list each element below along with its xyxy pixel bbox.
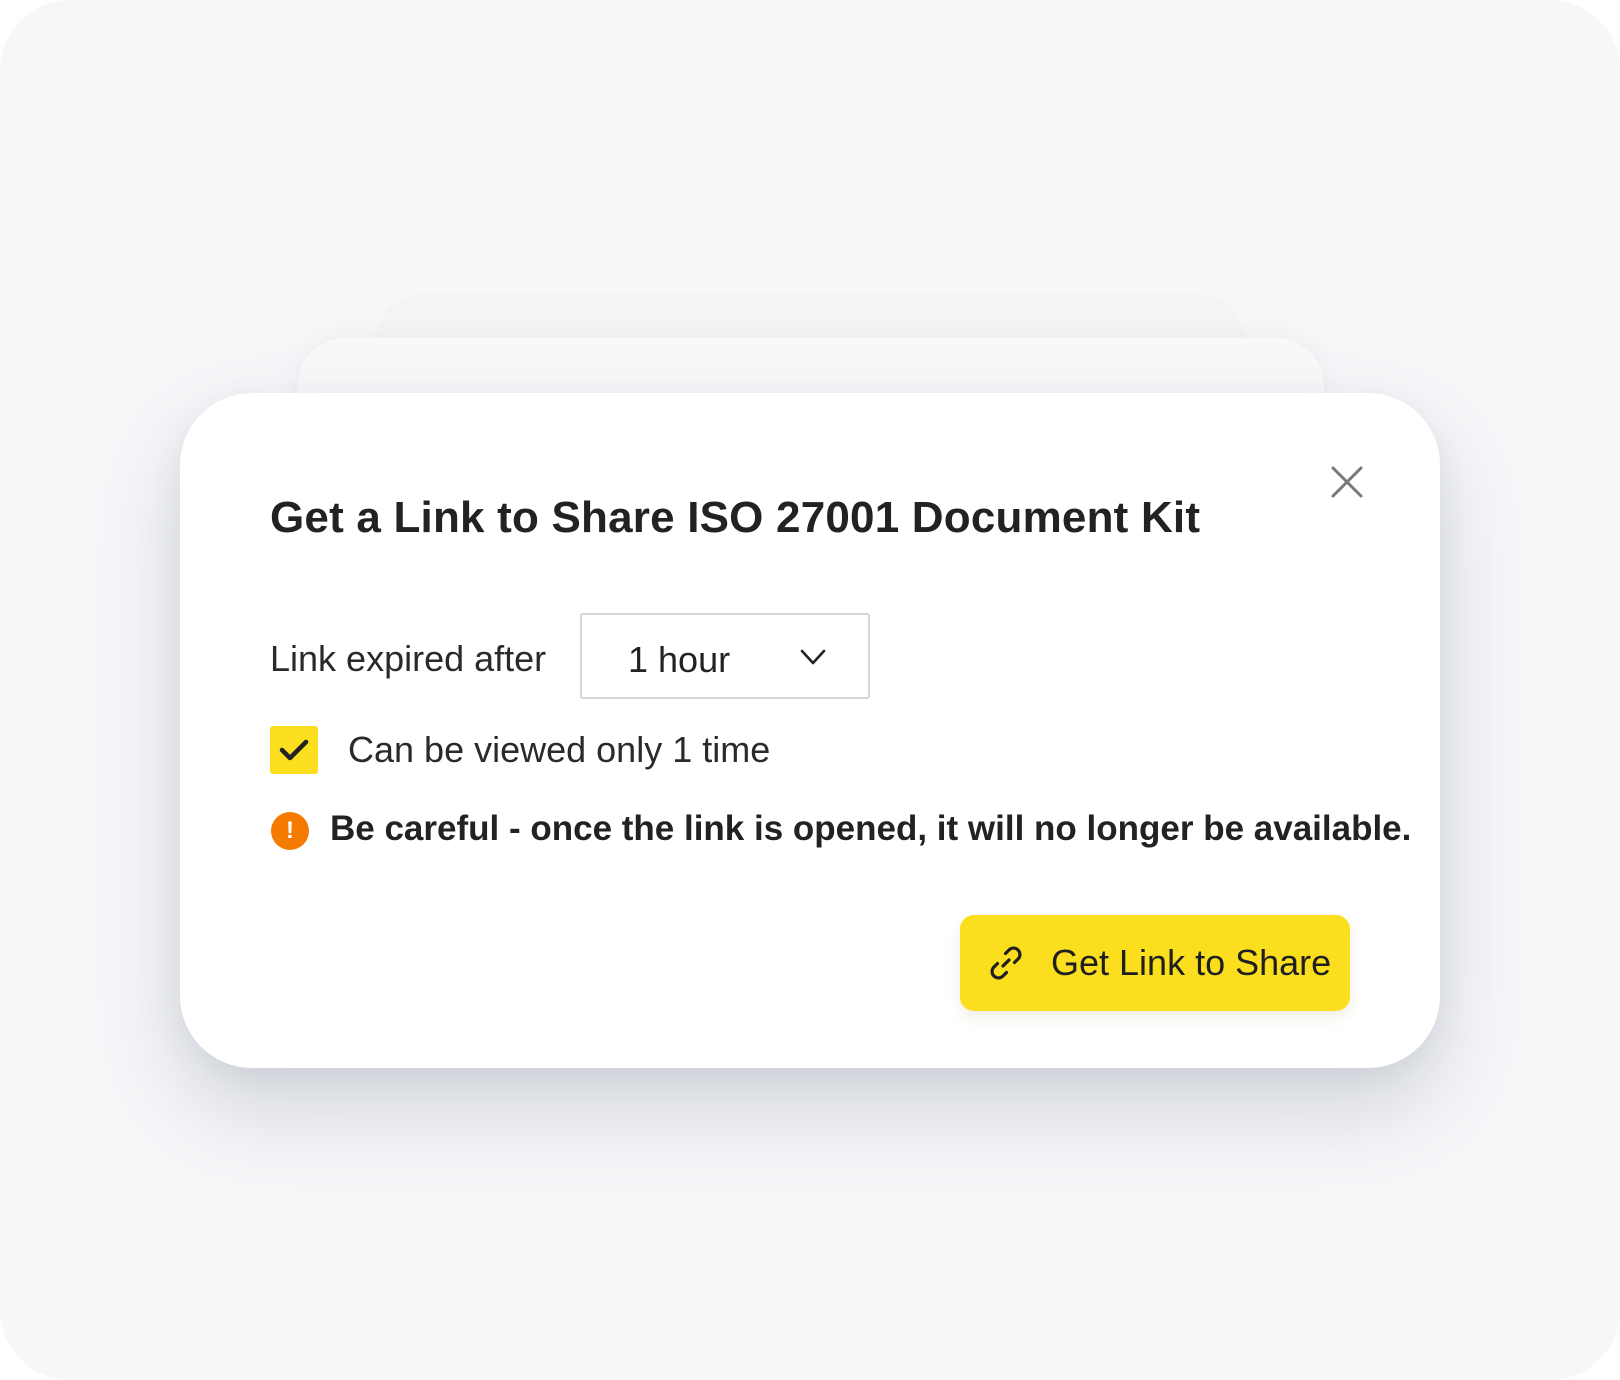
- expiration-selected-value: 1 hour: [628, 639, 731, 680]
- view-once-checkbox[interactable]: [270, 726, 318, 774]
- page-background: Get a Link to Share ISO 27001 Document K…: [0, 0, 1620, 1380]
- checkmark-icon: [279, 739, 309, 761]
- get-link-button-label: Get Link to Share: [1051, 942, 1332, 983]
- warning-message: Be careful - once the link is opened, it…: [330, 809, 1412, 848]
- exclamation-icon: !: [271, 812, 309, 850]
- view-once-label[interactable]: Can be viewed only 1 time: [348, 729, 770, 771]
- share-link-dialog: Get a Link to Share ISO 27001 Document K…: [180, 393, 1440, 1068]
- close-button[interactable]: [1310, 445, 1384, 519]
- get-link-button[interactable]: Get Link to Share: [960, 915, 1350, 1011]
- link-icon: [990, 946, 1022, 980]
- close-icon: [1331, 466, 1363, 498]
- chevron-down-icon: [800, 649, 826, 665]
- expiration-label: Link expired after: [270, 638, 547, 679]
- expiration-select[interactable]: 1 hour: [580, 613, 870, 699]
- exclamation-glyph: !: [286, 817, 294, 844]
- dialog-title: Get a Link to Share ISO 27001 Document K…: [270, 493, 1201, 542]
